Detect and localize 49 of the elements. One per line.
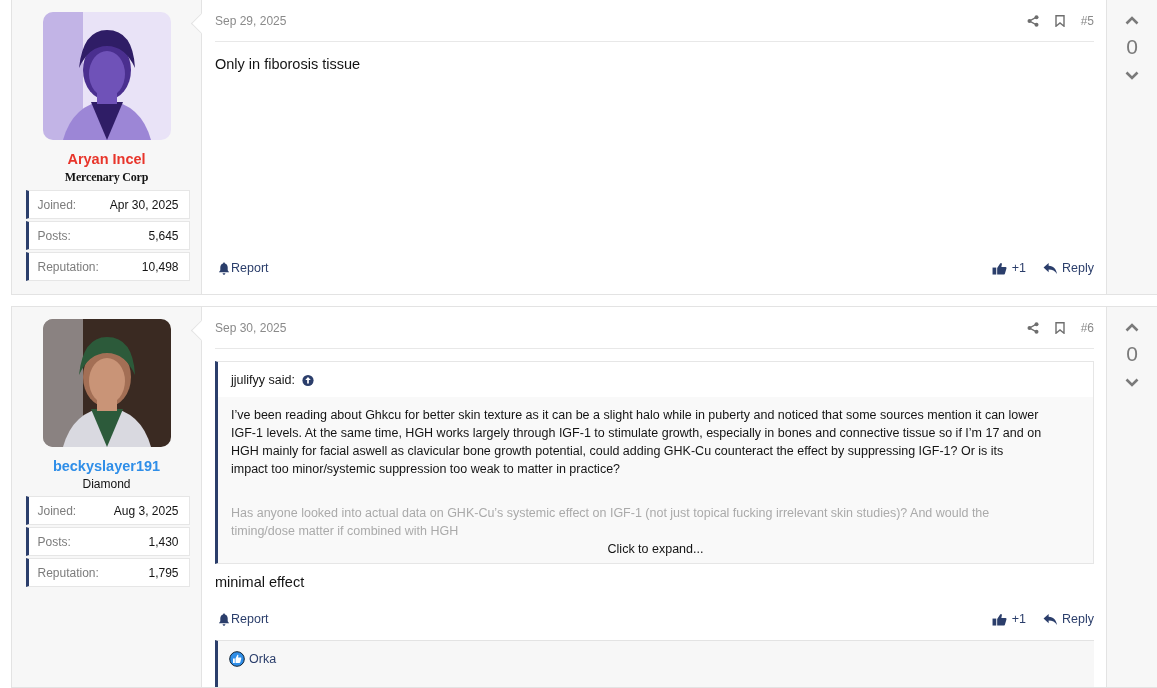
bell-icon <box>218 261 230 275</box>
bell-icon <box>218 612 230 626</box>
post-text: Only in fiborosis tissue <box>215 56 362 72</box>
jump-up-icon[interactable] <box>301 373 314 387</box>
reply-link[interactable]: Reply <box>1043 612 1094 626</box>
post-text: minimal effect <box>215 574 306 590</box>
post-date[interactable]: Sep 29, 2025 <box>215 14 1012 28</box>
vote-score: 0 <box>1126 342 1138 366</box>
quote-author[interactable]: jjulifyy said: <box>231 373 295 387</box>
stat-value: Aug 3, 2025 <box>113 503 179 518</box>
stat-value: 5,645 <box>148 228 179 243</box>
stat-value: 1,430 <box>148 534 179 549</box>
downvote-icon[interactable] <box>1125 378 1139 387</box>
reaction-user[interactable]: Orka <box>249 652 277 666</box>
report-link[interactable]: Report <box>218 261 269 275</box>
quote-text: Has anyone looked into actual data on GHK-Cu’s systemic effect on IGF-1 (not just topical fucking irrelevant skin studies)? And would the timing/dose matter if combined with HGH <box>231 505 991 540</box>
reply-arrow-icon <box>1043 612 1059 626</box>
like-link[interactable]: +1 <box>991 612 1027 626</box>
stat-label: Posts: <box>37 534 71 549</box>
stat-label: Reputation: <box>37 565 99 580</box>
stat-value: 1,795 <box>148 565 179 580</box>
stat-label: Joined: <box>37 503 77 518</box>
report-link[interactable]: Report <box>218 612 269 626</box>
reply-link[interactable]: Reply <box>1043 261 1094 275</box>
bookmark-icon[interactable] <box>1053 15 1066 27</box>
upvote-icon[interactable] <box>1125 323 1139 332</box>
share-icon[interactable] <box>1026 15 1039 27</box>
thumbs-up-icon <box>991 612 1007 626</box>
like-link[interactable]: +1 <box>991 261 1027 275</box>
stat-label: Joined: <box>37 197 77 212</box>
upvote-icon[interactable] <box>1125 16 1139 25</box>
reply-arrow-icon <box>1043 261 1059 275</box>
stat-value: 10,498 <box>141 259 179 274</box>
stat-value: Apr 30, 2025 <box>109 197 179 212</box>
share-icon[interactable] <box>1026 322 1039 334</box>
stat-label: Posts: <box>37 228 71 243</box>
post-number[interactable]: #5 <box>1080 14 1094 28</box>
like-reaction-icon <box>229 651 245 667</box>
quote-text: I’ve been reading about Ghkcu for better skin texture as it can be a slight halo while in puberty and noticed that some sources mention it can lower IGF-1 levels. At the same time, HGH works largely through IGF-1 to stimulate growth, especially in bones and connective tissue so if I’m 17 and on HGH mainly for facial aswell as clavicular bone growth potential, could adding GHK-Cu counteract the effect by suppressing IGF-1? Or is its impact too minor/systemic suppression too weak to matter in practice? <box>231 407 1043 478</box>
bookmark-icon[interactable] <box>1053 322 1066 334</box>
user-title: Diamond <box>82 477 131 491</box>
stat-label: Reputation: <box>37 259 99 274</box>
post-number[interactable]: #6 <box>1080 321 1094 335</box>
thumbs-up-icon <box>991 261 1007 275</box>
user-title: Mercenary Corp <box>64 170 149 185</box>
vote-score: 0 <box>1126 35 1138 59</box>
username[interactable]: Aryan Incel <box>67 151 146 167</box>
downvote-icon[interactable] <box>1125 71 1139 80</box>
post-date[interactable]: Sep 30, 2025 <box>215 321 1012 335</box>
